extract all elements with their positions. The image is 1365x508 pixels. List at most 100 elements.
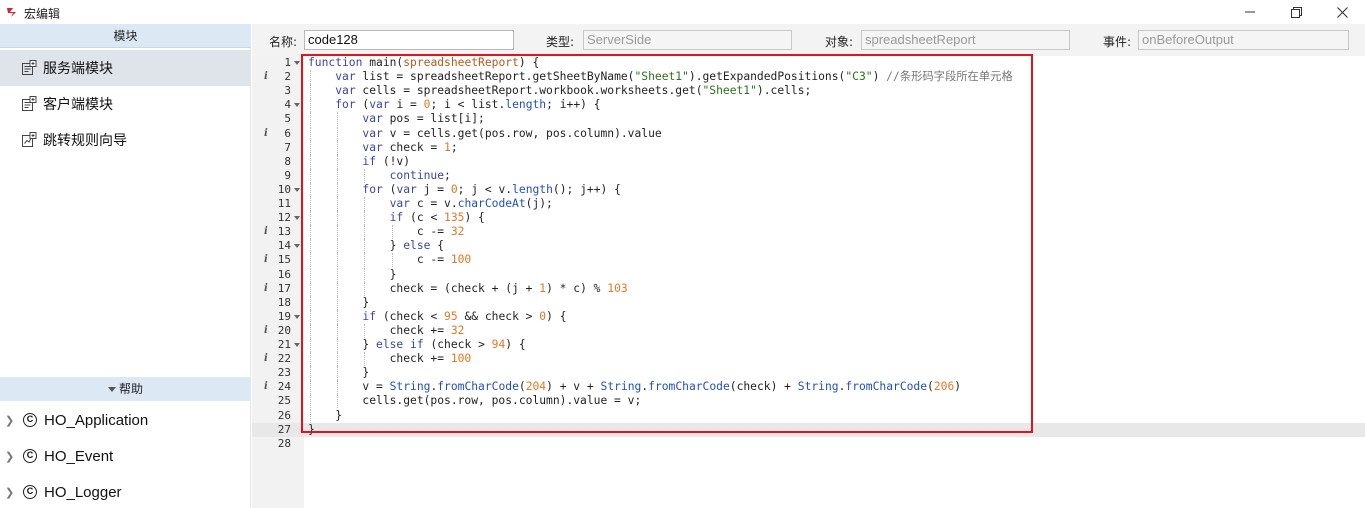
line-number: 5 [284, 112, 291, 126]
help-item-ho-logger[interactable]: ❯ C HO_Logger [0, 474, 251, 508]
code-line[interactable]: 21 } else if (check > 94) { [252, 338, 1365, 352]
indent-guide [364, 225, 366, 240]
line-number: 25 [277, 394, 291, 408]
code-line[interactable]: 20 i check += 32 [252, 324, 1365, 338]
code-line[interactable]: 24 i v = String.fromCharCode(204) + v + S… [252, 380, 1365, 394]
indent-guide [310, 98, 311, 113]
code-line[interactable]: 12 if (c < 135) { [252, 211, 1365, 225]
code-line[interactable]: 10 for (var j = 0; j < v.length(); j++) … [252, 183, 1365, 197]
code-line[interactable]: 19 if (check < 95 && check > 0) { [252, 310, 1365, 324]
close-button[interactable] [1319, 0, 1365, 24]
code-text: for (var i = 0; i < list.length; i++) { [335, 98, 601, 112]
line-number: 20 [277, 323, 291, 337]
indent-guide [310, 267, 311, 282]
code-text: } [308, 295, 370, 309]
code-line[interactable]: 14 } else { [252, 239, 1365, 253]
code-text: for (var j = 0; j < v.length(); j++) { [362, 182, 621, 196]
name-input[interactable]: code128 [304, 30, 514, 50]
indent-guide [364, 211, 366, 226]
code-line[interactable]: 16 } [252, 268, 1365, 282]
code-line[interactable]: 25 cells.get(pos.row, pos.column).value … [252, 394, 1365, 408]
indent-guide [337, 323, 339, 338]
code-editor[interactable]: 1 function main(spreadsheetReport) {2 i va… [252, 56, 1365, 508]
indent-guide [310, 84, 311, 99]
indent-guide [364, 352, 366, 367]
code-line[interactable]: 15 i c -= 100 [252, 253, 1365, 267]
indent-guide [310, 112, 311, 127]
help-item-ho-event[interactable]: ❯ C HO_Event [0, 438, 251, 474]
code-line[interactable]: 5 var pos = list[i]; [252, 112, 1365, 126]
nav-item-server-module[interactable]: 服务端模块 [0, 50, 251, 86]
indent-guide [337, 352, 339, 367]
indent-guide [364, 197, 366, 212]
code-line[interactable]: 28 [252, 437, 1365, 451]
fold-arrow-icon[interactable] [294, 216, 300, 221]
info-icon[interactable]: i [264, 380, 268, 394]
code-text: var cells = spreadsheetReport.workbook.w… [335, 84, 812, 98]
code-text: c -= 32 [308, 225, 465, 239]
code-line[interactable]: 17 i check = (check + (j + 1) * c) % 103 [252, 282, 1365, 296]
info-icon[interactable]: i [264, 324, 268, 338]
code-line[interactable]: 3 var cells = spreadsheetReport.workbook… [252, 84, 1365, 98]
code-line[interactable]: 13 i c -= 32 [252, 225, 1365, 239]
indent-guide [310, 225, 311, 240]
code-text: } else { [308, 239, 445, 253]
line-number: 18 [277, 295, 291, 309]
code-text: } [308, 408, 343, 422]
info-icon[interactable]: i [264, 253, 268, 267]
info-icon[interactable]: i [264, 282, 268, 296]
line-number: 23 [277, 366, 291, 380]
fold-arrow-icon[interactable] [294, 103, 300, 108]
indent-guide [310, 281, 311, 296]
nav-item-jump-rule-wizard[interactable]: 跳转规则向导 [0, 122, 251, 158]
code-line[interactable]: 2 i var list = spreadsheetReport.getSheet… [252, 70, 1365, 84]
code-line[interactable]: 9 continue; [252, 169, 1365, 183]
object-field: spreadsheetReport [861, 30, 1070, 50]
info-icon[interactable]: i [264, 225, 268, 239]
code-text: if (!v) [362, 154, 411, 168]
help-header[interactable]: 帮助 [0, 377, 251, 401]
code-line[interactable]: 6 i var v = cells.get(pos.row, pos.column… [252, 127, 1365, 141]
code-line[interactable]: 27} [252, 422, 1365, 437]
line-number: 1 [284, 56, 291, 69]
indent-guide [391, 253, 393, 268]
fold-arrow-icon[interactable] [294, 343, 300, 347]
info-icon[interactable]: i [264, 127, 268, 141]
code-line[interactable]: 4 for (var i = 0; i < list.length; i++) … [252, 98, 1365, 112]
indent-guide [364, 239, 366, 254]
fold-arrow-icon[interactable] [294, 187, 300, 192]
fold-arrow-icon[interactable] [294, 314, 300, 319]
code-line[interactable]: 7 var check = 1; [252, 141, 1365, 155]
object-label: 对象: [825, 35, 854, 49]
line-number: 13 [277, 225, 291, 239]
help-item-ho-application[interactable]: ❯ C HO_Application [0, 402, 251, 438]
line-number: 24 [277, 380, 291, 394]
code-line[interactable]: 23 } [252, 366, 1365, 380]
line-number: 21 [277, 338, 291, 351]
help-item-label: HO_Logger [44, 483, 122, 501]
code-line[interactable]: 22 i check += 100 [252, 352, 1365, 366]
type-field: ServerSide [583, 30, 792, 50]
indent-guide [310, 168, 311, 183]
code-text: check += 100 [308, 352, 472, 366]
nav-item-label: 跳转规则向导 [43, 133, 127, 149]
nav-item-client-module[interactable]: 客户端模块 [0, 86, 251, 122]
code-line[interactable]: 1 function main(spreadsheetReport) { [252, 56, 1365, 70]
indent-guide [337, 197, 339, 212]
indent-guide [310, 352, 311, 367]
minimize-button[interactable] [1227, 0, 1273, 24]
code-line[interactable]: 26 } [252, 409, 1365, 423]
code-line[interactable]: 8 if (!v) [252, 155, 1365, 169]
restore-button[interactable] [1273, 0, 1319, 24]
info-icon[interactable]: i [264, 352, 268, 366]
code-text: } [308, 366, 370, 380]
code-text: if (c < 135) { [389, 211, 485, 225]
indent-guide [310, 338, 311, 353]
indent-guide [310, 182, 311, 197]
app-logo-icon [7, 8, 16, 17]
code-line[interactable]: 11 var c = v.charCodeAt(j); [252, 197, 1365, 211]
fold-arrow-icon[interactable] [294, 61, 300, 65]
fold-arrow-icon[interactable] [294, 244, 300, 249]
info-icon[interactable]: i [264, 70, 268, 84]
code-line[interactable]: 18 } [252, 296, 1365, 310]
